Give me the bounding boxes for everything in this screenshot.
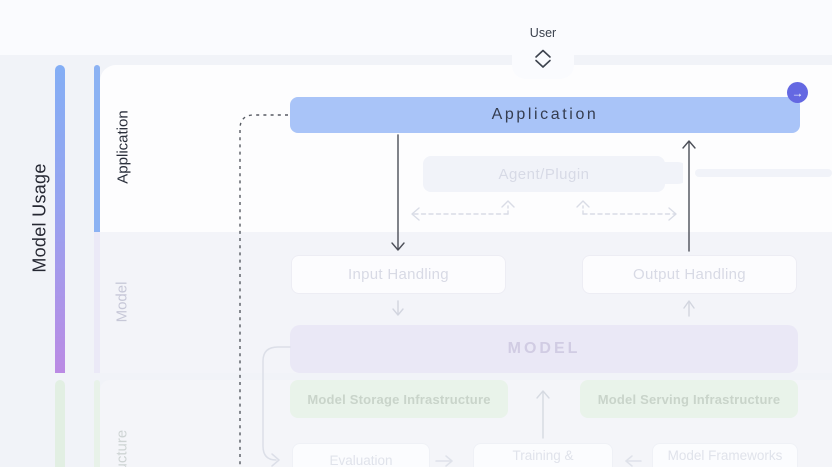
node-application[interactable]: Application [290,97,800,133]
node-agent-plugin: Agent/Plugin [423,156,665,192]
application-accent-bar [94,65,100,232]
layer-label-model: Model [113,281,131,323]
node-training: Training & [473,443,613,467]
node-model-frameworks: Model Frameworks [652,443,798,467]
application-expand-button[interactable]: → [787,82,808,103]
node-input-handling: Input Handling [291,255,506,294]
model-usage-gradient-bar [55,65,65,373]
node-model: MODEL [290,325,798,373]
model-accent-bar [94,232,100,373]
agent-plugin-connector-band [695,169,832,177]
node-output-handling: Output Handling [582,255,797,294]
application-layer-panel [100,65,832,232]
model-usage-diagram: Model Usage Application Model Infrastruc… [0,0,832,467]
top-band [0,0,832,55]
arrow-channel-mask [683,156,695,192]
node-model-storage-infrastructure: Model Storage Infrastructure [290,380,508,418]
node-evaluation: Evaluation [292,443,430,467]
node-model-serving-infrastructure: Model Serving Infrastructure [580,380,798,418]
layer-label-application: Application [114,110,132,184]
arrow-right-icon: → [791,85,804,100]
model-usage-title: Model Usage [29,163,50,273]
layer-label-infrastructure: Infrastructure [114,430,131,467]
user-label: User [529,26,557,40]
infrastructure-accent-bar [94,380,100,467]
infrastructure-group-bar [55,380,65,467]
